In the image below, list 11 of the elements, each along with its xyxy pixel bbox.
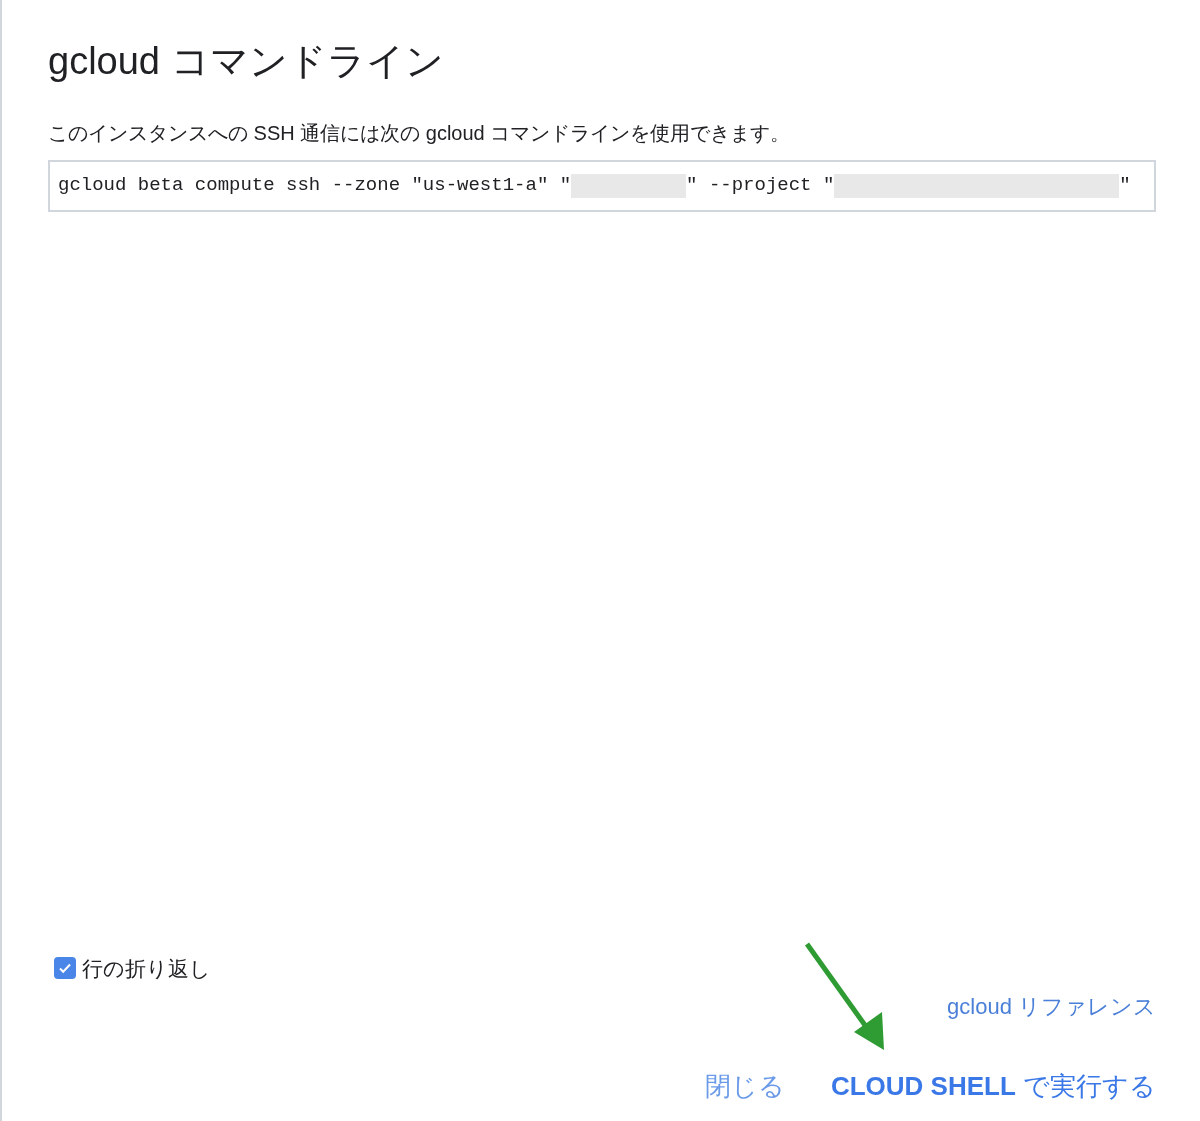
- description-text: このインスタンスへの SSH 通信には次の gcloud コマンドラインを使用できます。: [48, 120, 792, 146]
- run-in-cloud-shell-button[interactable]: CLOUD SHELL で実行する: [830, 1067, 1156, 1106]
- command-text: gcloud beta compute ssh --zone "us-west1-a" ": [58, 173, 572, 199]
- dialog-title: gcloud コマンドライン: [48, 39, 445, 84]
- checkbox[interactable]: [54, 957, 76, 980]
- command-text: " --project ": [686, 173, 835, 199]
- reference-link[interactable]: gcloud リファレンス: [947, 990, 1156, 1023]
- command-field[interactable]: gcloud beta compute ssh --zone "us-west1-a" " " --project " ": [48, 159, 1156, 212]
- checkbox-label: 行の折り返し: [82, 955, 211, 982]
- close-button[interactable]: 閉じる: [704, 1067, 785, 1106]
- command-text: ": [1119, 173, 1131, 199]
